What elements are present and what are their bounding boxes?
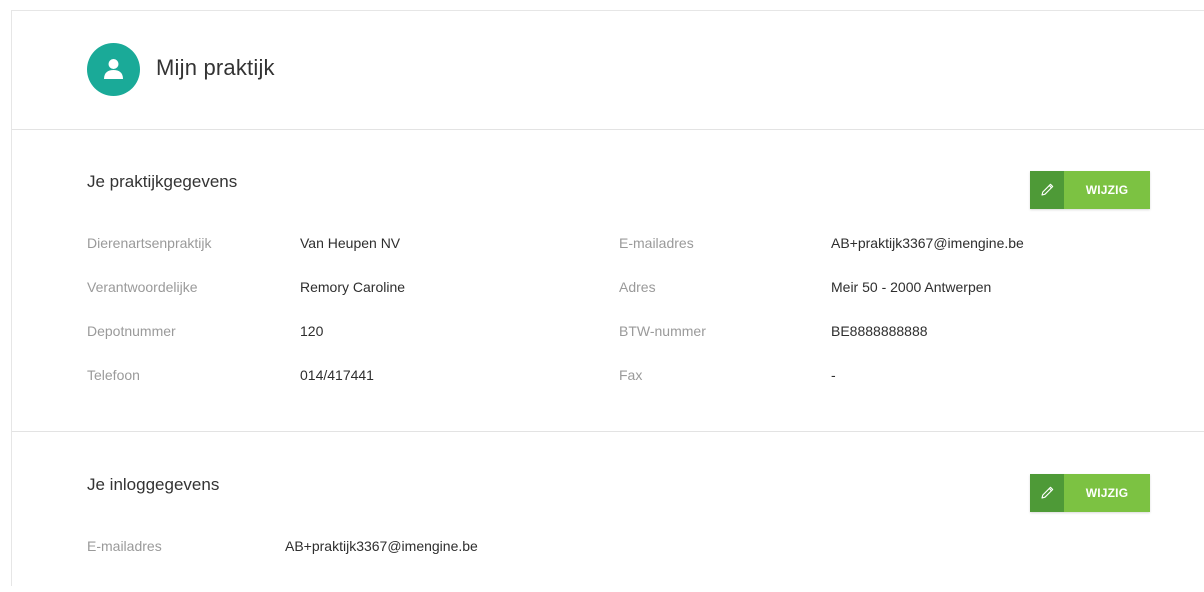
page-frame: Mijn praktijk Je praktijkgegevens WIJZIG… bbox=[11, 10, 1204, 586]
field-label-depot-number: Depotnummer bbox=[87, 323, 176, 339]
field-label-phone: Telefoon bbox=[87, 367, 140, 383]
field-value-phone: 014/417441 bbox=[300, 367, 374, 383]
pencil-icon bbox=[1030, 171, 1064, 209]
field-value-depot-number: 120 bbox=[300, 323, 324, 339]
edit-login-label: WIJZIG bbox=[1064, 474, 1150, 512]
field-label-vat-number: BTW-nummer bbox=[619, 323, 706, 339]
field-label-responsible: Verantwoordelijke bbox=[87, 279, 198, 295]
user-icon bbox=[104, 59, 123, 79]
field-label-login-email: E-mailadres bbox=[87, 538, 162, 554]
login-details-title: Je inloggegevens bbox=[87, 475, 220, 494]
edit-practice-label: WIJZIG bbox=[1064, 171, 1150, 209]
page-title: Mijn praktijk bbox=[156, 55, 275, 80]
practice-details-section: Je praktijkgegevens WIJZIG Dierenartsenp… bbox=[12, 130, 1204, 432]
login-details-section: Je inloggegevens WIJZIG E-mailadres AB+p… bbox=[12, 432, 1204, 592]
pencil-icon bbox=[1030, 474, 1064, 512]
edit-login-button[interactable]: WIJZIG bbox=[1030, 474, 1150, 512]
field-value-email: AB+praktijk3367@imengine.be bbox=[831, 235, 1024, 251]
practice-details-title: Je praktijkgegevens bbox=[87, 172, 238, 191]
field-value-practice-name: Van Heupen NV bbox=[300, 235, 401, 251]
field-label-practice-name: Dierenartsenpraktijk bbox=[87, 235, 212, 251]
field-label-email: E-mailadres bbox=[619, 235, 694, 251]
field-value-fax: - bbox=[831, 367, 836, 383]
field-label-fax: Fax bbox=[619, 367, 643, 383]
field-value-responsible: Remory Caroline bbox=[300, 279, 406, 295]
field-value-vat-number: BE8888888888 bbox=[831, 323, 928, 339]
field-label-address: Adres bbox=[619, 279, 656, 295]
avatar bbox=[87, 43, 140, 96]
field-value-login-email: AB+praktijk3367@imengine.be bbox=[285, 538, 478, 554]
page-header: Mijn praktijk bbox=[12, 11, 1204, 130]
edit-practice-button[interactable]: WIJZIG bbox=[1030, 171, 1150, 209]
field-value-address: Meir 50 - 2000 Antwerpen bbox=[831, 279, 992, 295]
